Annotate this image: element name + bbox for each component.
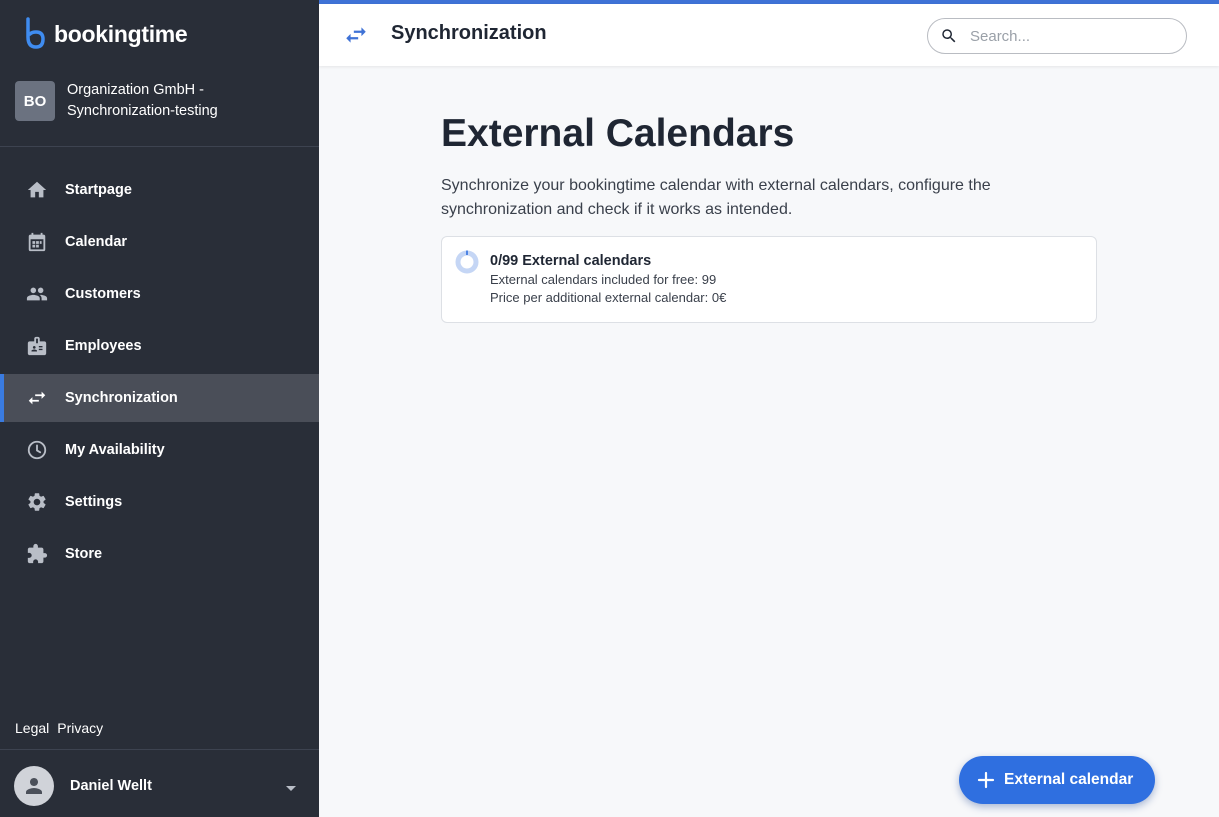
brand-name: bookingtime [54,20,188,47]
page-title: External Calendars [441,112,795,155]
sidebar-item-calendar[interactable]: Calendar [0,218,319,266]
sidebar-item-label: Customers [65,286,141,302]
user-name: Daniel Wellt [70,778,152,794]
people-icon [25,282,49,306]
sidebar-item-label: My Availability [65,442,165,458]
sync-icon [341,22,371,53]
sidebar: bookingtime BO Organization GmbH - Synch… [0,0,319,817]
user-icon [26,778,42,794]
sidebar-divider-bottom [0,749,319,750]
search-input[interactable] [968,26,1168,46]
fab-label: External calendar [1004,771,1134,788]
badge-icon [25,334,49,358]
main-content: External Calendars Synchronize your book… [441,110,1097,222]
sidebar-item-settings[interactable]: Settings [0,478,319,526]
privacy-link[interactable]: Privacy [57,720,103,736]
brand-logo[interactable]: bookingtime [24,16,188,52]
sidebar-item-label: Employees [65,338,142,354]
quota-card: 0/99 External calendars External calenda… [441,236,1097,323]
home-icon [25,178,49,202]
page-description: Synchronize your bookingtime calendar wi… [441,177,991,218]
sidebar-divider-top [0,146,319,147]
sidebar-item-startpage[interactable]: Startpage [0,166,319,214]
page-header-title: Synchronization [391,22,547,44]
sidebar-item-employees[interactable]: Employees [0,322,319,370]
clock-icon [25,438,49,462]
sidebar-nav: Startpage Calendar Customers Employees S… [0,166,319,582]
search-box[interactable] [927,18,1187,54]
quota-title: 0/99 External calendars [490,253,652,269]
org-name-line2: Synchronization-testing [67,103,218,119]
org-name-line1: Organization GmbH - [67,82,204,98]
organization-switcher[interactable]: BO Organization GmbH - Synchronization-t… [15,80,218,122]
sidebar-item-customers[interactable]: Customers [0,270,319,318]
sidebar-item-synchronization[interactable]: Synchronization [0,374,319,422]
quota-free-line: External calendars included for free: 99 [490,272,717,287]
sidebar-item-store[interactable]: Store [0,530,319,578]
sidebar-item-label: Calendar [65,234,128,250]
legal-link[interactable]: Legal [15,720,49,736]
caret-down-icon[interactable] [284,780,298,798]
search-icon [940,27,958,45]
org-name: Organization GmbH - Synchronization-test… [67,80,218,122]
avatar [14,766,54,806]
add-external-calendar-button[interactable]: External calendar [959,756,1155,804]
calendar-icon [25,230,49,254]
quota-price-line: Price per additional external calendar: … [490,290,727,305]
sync-icon [25,386,49,410]
footer-links: Legal Privacy [15,720,103,736]
progress-ring-icon [455,250,479,274]
sidebar-item-label: Synchronization [65,390,178,406]
bookingtime-logo-icon [26,17,45,49]
sidebar-item-label: Store [65,546,103,562]
org-initials-badge: BO [15,81,55,121]
sidebar-item-label: Settings [65,494,123,510]
plus-icon [977,771,995,789]
gear-icon [25,490,49,514]
user-menu[interactable]: Daniel Wellt [14,766,304,806]
sidebar-item-label: Startpage [65,182,132,198]
top-header: Synchronization [319,4,1219,66]
sidebar-item-my-availability[interactable]: My Availability [0,426,319,474]
puzzle-icon [25,542,49,566]
quota-card-text: 0/99 External calendars External calenda… [490,251,726,307]
